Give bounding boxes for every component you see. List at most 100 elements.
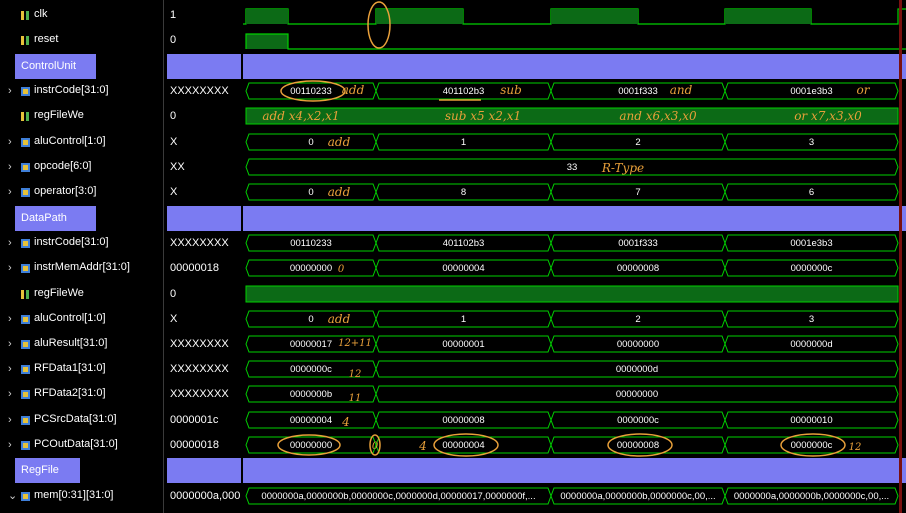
chevron-right-icon[interactable]: › xyxy=(8,439,16,451)
signal-cu-operator[interactable]: › operator[3:0] xyxy=(0,180,160,205)
signal-cu-alucontrol[interactable]: › aluControl[1:0] xyxy=(0,130,160,155)
value-dp-rfdata2: XXXXXXXX xyxy=(170,388,229,400)
signal-reset[interactable]: reset xyxy=(0,28,160,53)
value-cu-regfilewe: 0 xyxy=(170,110,177,122)
dp-pcsrcdata-wave-value-label: 00000008 xyxy=(442,415,484,426)
signal-cu-opcode[interactable]: › opcode[6:0] xyxy=(0,155,160,180)
dp-aluresult-wave-value-label: 00000000 xyxy=(617,339,659,350)
signal-clk[interactable]: clk xyxy=(0,3,160,28)
signal-label: mem[0:31][31:0] xyxy=(34,489,114,501)
chevron-right-icon[interactable]: › xyxy=(8,237,16,249)
cu-instrcode-wave-value-label: 401102b3 xyxy=(443,86,485,97)
value-dp-rfdata1: XXXXXXXX xyxy=(170,363,229,375)
chevron-right-icon[interactable]: › xyxy=(8,313,16,325)
signal-cu-instrcode[interactable]: › instrCode[31:0] xyxy=(0,79,160,104)
rf-mem-wave-value-label: 0000000a,0000000b,0000000c,00,... xyxy=(734,491,889,502)
dp-pcsrcdata-wave-value-label: 00000010 xyxy=(790,415,832,426)
signal-label: reset xyxy=(34,33,59,45)
signal-label: clk xyxy=(34,8,48,20)
signal-label: opcode[6:0] xyxy=(34,160,92,172)
dp-instrcode-wave-value-label: 0001f333 xyxy=(618,238,658,249)
value-dp-alucontrol: X xyxy=(170,313,178,325)
clk-high-fill xyxy=(551,9,638,24)
signal-dp-aluresult[interactable]: › aluResult[31:0] xyxy=(0,332,160,357)
signal-dp-regfilewe[interactable]: regFileWe xyxy=(0,282,160,307)
bit-signal-icon xyxy=(21,36,29,45)
bus-signal-icon xyxy=(21,163,30,172)
dp-alucontrol-wave-value-label: 3 xyxy=(809,314,814,325)
annotation-text: add xyxy=(328,135,351,149)
dp-aluresult-wave-value-label: 00000017 xyxy=(290,339,332,350)
waveform-canvas[interactable]: 00110233 401102b3 0001f333 0001e3b30 1 2 3330 8… xyxy=(243,0,906,513)
dp-regfilewe-wave[interactable] xyxy=(245,285,899,303)
time-cursor[interactable] xyxy=(899,0,902,513)
value-dp-instrmemaddr: 00000018 xyxy=(170,262,219,274)
chevron-right-icon[interactable]: › xyxy=(8,338,16,350)
signal-dp-rfdata1[interactable]: › RFData1[31:0] xyxy=(0,357,160,382)
signal-label: instrMemAddr[31:0] xyxy=(34,261,130,273)
chevron-right-icon[interactable]: › xyxy=(8,262,16,274)
dp-instrmemaddr-wave-value-label: 00000000 xyxy=(290,263,332,274)
rf-mem-wave-value-label: 0000000a,0000000b,0000000c,0000000d,0000… xyxy=(261,491,535,502)
cu-alucontrol-wave-value-label: 0 xyxy=(308,137,313,148)
signal-label: RFData1[31:0] xyxy=(34,362,106,374)
chevron-right-icon[interactable]: › xyxy=(8,85,16,97)
dp-instrcode-wave-value-label: 401102b3 xyxy=(443,238,485,249)
dp-aluresult-wave-value-label: 00000001 xyxy=(442,339,484,350)
annotation-text: 0 xyxy=(338,264,345,275)
signal-rf-mem[interactable]: ⌄ mem[0:31][31:0] xyxy=(0,484,160,509)
group-wave-bar xyxy=(243,458,906,483)
signal-cu-regfilewe[interactable]: regFileWe xyxy=(0,104,160,129)
dp-rfdata2-wave-value-label: 0000000b xyxy=(290,389,332,400)
annotation-text: 4 xyxy=(418,439,427,453)
group-regfile[interactable]: RegFile xyxy=(15,458,80,483)
value-dp-instrcode: XXXXXXXX xyxy=(170,237,229,249)
signal-dp-rfdata2[interactable]: › RFData2[31:0] xyxy=(0,382,160,407)
signal-dp-alucontrol[interactable]: › aluControl[1:0] xyxy=(0,307,160,332)
group-datapath[interactable]: DataPath xyxy=(15,206,96,231)
chevron-right-icon[interactable]: › xyxy=(8,161,16,173)
signal-dp-instrcode[interactable]: › instrCode[31:0] xyxy=(0,231,160,256)
reset-high-fill xyxy=(246,34,288,49)
chevron-right-icon[interactable]: › xyxy=(8,363,16,375)
dp-pcoutdata-wave-value-label: 0000000c xyxy=(791,440,833,451)
signal-value-pane: 1 0 XXXXXXXX 0 X XX X XXXXXXXX 00000018 … xyxy=(163,0,241,513)
group-label: DataPath xyxy=(21,212,67,224)
chevron-right-icon[interactable]: › xyxy=(8,414,16,426)
bus-signal-icon xyxy=(21,416,30,425)
clk-high-fill xyxy=(725,9,811,24)
annotation-text: add xyxy=(328,185,351,199)
dp-rfdata1-wave-value-label: 0000000c xyxy=(290,364,332,375)
dp-instrmemaddr-wave-value-label: 0000000c xyxy=(791,263,833,274)
dp-pcoutdata-wave-value-label: 00000000 xyxy=(290,440,332,451)
chevron-right-icon[interactable]: › xyxy=(8,186,16,198)
signal-label: regFileWe xyxy=(34,287,84,299)
value-cu-operator: X xyxy=(170,186,178,198)
value-cu-alucontrol: X xyxy=(170,136,178,148)
value-dp-pcsrcdata: 0000001c xyxy=(170,414,219,426)
annotation-text: 11 xyxy=(349,393,362,404)
signal-dp-pcoutdata[interactable]: › PCOutData[31:0] xyxy=(0,433,160,458)
signal-dp-instrmemaddr[interactable]: › instrMemAddr[31:0] xyxy=(0,256,160,281)
cu-alucontrol-wave-value-label: 1 xyxy=(461,137,466,148)
annotation-text: 0 xyxy=(372,441,379,452)
cu-opcode-wave-value-label: 33 xyxy=(567,162,578,173)
reset-waveform[interactable] xyxy=(245,33,906,50)
signal-name-pane: clk reset ControlUnit › instrCode[31:0] … xyxy=(0,0,160,513)
value-dp-pcoutdata: 00000018 xyxy=(170,439,219,451)
bus-signal-icon xyxy=(21,239,30,248)
dp-alucontrol-wave-value-label: 2 xyxy=(635,314,640,325)
bus-signal-icon xyxy=(21,315,30,324)
annotation-text: sub xyxy=(500,83,522,97)
chevron-down-icon[interactable]: ⌄ xyxy=(8,490,17,502)
signal-dp-pcsrcdata[interactable]: › PCSrcData[31:0] xyxy=(0,408,160,433)
bus-signal-icon xyxy=(21,441,30,450)
group-controlunit[interactable]: ControlUnit xyxy=(15,54,96,79)
waveform-pane[interactable]: 00110233 401102b3 0001f333 0001e3b3 0 1 2 3 33 0 8… xyxy=(243,0,906,513)
chevron-right-icon[interactable]: › xyxy=(8,136,16,148)
annotation-text: add x4,x2,x1 xyxy=(262,109,339,123)
chevron-right-icon[interactable]: › xyxy=(8,388,16,400)
dp-pcoutdata-wave-value-label: 00000008 xyxy=(617,440,659,451)
bus-signal-icon xyxy=(21,188,30,197)
annotation-text: 12 xyxy=(849,442,862,453)
